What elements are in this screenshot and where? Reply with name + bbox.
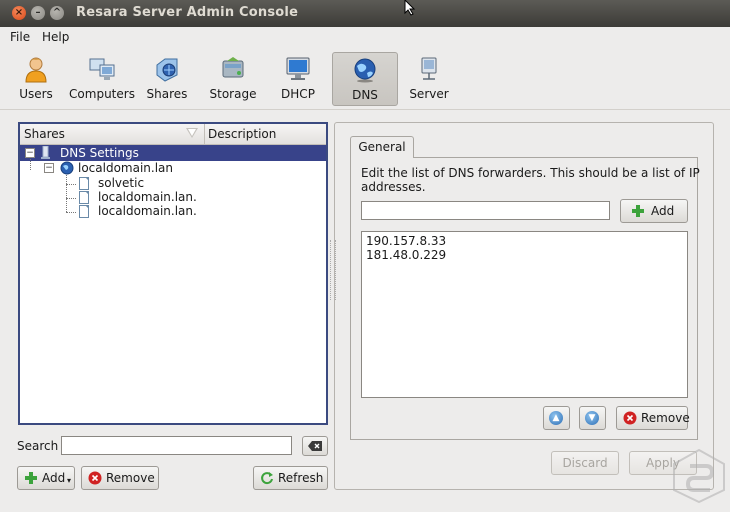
document-icon xyxy=(79,191,89,204)
menu-bar: File Help xyxy=(0,27,730,49)
user-icon xyxy=(25,57,47,83)
list-item[interactable]: 190.157.8.33 xyxy=(366,234,446,248)
remove-icon xyxy=(623,411,637,425)
tree-node-localdomain-lan-1[interactable]: localdomain.lan. xyxy=(98,190,197,204)
server-icon xyxy=(421,57,437,80)
tab-general[interactable]: General xyxy=(350,136,414,158)
search-input[interactable] xyxy=(61,436,292,455)
toolbar-dns-button[interactable]: DNS xyxy=(332,52,398,106)
toolbar-computers-button[interactable]: Computers xyxy=(68,52,136,104)
globe-icon xyxy=(354,58,376,83)
close-window-button[interactable]: × xyxy=(12,6,26,20)
add-button[interactable]: Add ▾ xyxy=(17,466,75,490)
column-header-description[interactable]: Description xyxy=(208,127,276,141)
forwarders-list[interactable]: 190.157.8.33 181.48.0.229 xyxy=(361,231,688,398)
toolbar-dhcp-label: DHCP xyxy=(281,87,315,101)
clear-search-button[interactable] xyxy=(302,436,328,456)
backspace-icon xyxy=(308,441,322,451)
remove-forwarder-button[interactable]: Remove xyxy=(616,406,690,430)
toolbar-storage-label: Storage xyxy=(209,87,257,101)
toolbar-users-button[interactable]: Users xyxy=(14,52,58,104)
storage-icon xyxy=(222,57,244,78)
globe-icon xyxy=(60,161,74,175)
add-forwarder-button[interactable]: Add xyxy=(620,199,688,223)
tree-node-localdomain-lan-2[interactable]: localdomain.lan. xyxy=(98,204,197,218)
collapse-toggle[interactable]: − xyxy=(25,148,35,158)
remove-icon xyxy=(88,471,102,485)
title-bar[interactable]: × – ^ Resara Server Admin Console xyxy=(0,0,730,27)
forwarder-input[interactable] xyxy=(361,201,610,220)
toolbar-storage-button[interactable]: Storage xyxy=(206,52,260,104)
computers-icon xyxy=(89,58,115,80)
document-icon xyxy=(79,177,89,190)
search-label: Search xyxy=(17,439,59,453)
discard-button[interactable]: Discard xyxy=(551,451,619,475)
column-header-shares[interactable]: Shares xyxy=(24,127,65,141)
toolbar-computers-label: Computers xyxy=(69,87,135,101)
move-down-button[interactable]: ▼ xyxy=(579,406,606,430)
tree-node-solvetic[interactable]: solvetic xyxy=(98,176,144,190)
arrow-up-icon: ▲ xyxy=(549,411,563,425)
move-up-button[interactable]: ▲ xyxy=(543,406,570,430)
list-item[interactable]: 181.48.0.229 xyxy=(366,248,446,262)
watermark-logo xyxy=(673,448,725,504)
arrow-down-icon: ▼ xyxy=(585,411,599,425)
toolbar-dhcp-button[interactable]: DHCP xyxy=(278,52,318,104)
menu-help[interactable]: Help xyxy=(42,30,69,44)
tree-header: Shares Description xyxy=(20,124,326,145)
minimize-window-button[interactable]: – xyxy=(31,6,45,20)
remove-button[interactable]: Remove xyxy=(81,466,159,490)
shares-icon xyxy=(156,58,178,82)
forwarders-description: Edit the list of DNS forwarders. This sh… xyxy=(361,166,700,194)
mouse-cursor-icon xyxy=(404,0,416,16)
toolbar: Users Computers Shares Storage DHCP DNS … xyxy=(0,49,730,110)
sort-descending-icon[interactable] xyxy=(186,128,198,138)
collapse-toggle[interactable]: − xyxy=(44,163,54,173)
add-icon xyxy=(632,205,644,217)
toolbar-server-button[interactable]: Server xyxy=(406,52,452,104)
document-icon xyxy=(79,205,89,218)
server-node-icon xyxy=(41,146,50,159)
refresh-icon xyxy=(261,472,273,485)
toolbar-shares-label: Shares xyxy=(146,87,188,101)
dropdown-arrow-icon: ▾ xyxy=(67,476,72,485)
shares-tree[interactable]: Shares Description − DNS Settings − loca… xyxy=(18,122,328,425)
add-icon xyxy=(25,472,37,484)
monitor-icon xyxy=(286,57,310,80)
menu-file[interactable]: File xyxy=(10,30,30,44)
tree-node-localdomain[interactable]: localdomain.lan xyxy=(78,161,173,175)
toolbar-users-label: Users xyxy=(19,87,53,101)
window-title: Resara Server Admin Console xyxy=(76,5,299,20)
toolbar-dns-label: DNS xyxy=(352,88,378,102)
toolbar-shares-button[interactable]: Shares xyxy=(144,52,190,104)
toolbar-server-label: Server xyxy=(409,87,449,101)
app-window: × – ^ Resara Server Admin Console File H… xyxy=(0,0,730,512)
tree-node-dns-settings[interactable]: DNS Settings xyxy=(60,146,139,160)
maximize-window-button[interactable]: ^ xyxy=(50,6,64,20)
refresh-button[interactable]: Refresh xyxy=(253,466,328,490)
